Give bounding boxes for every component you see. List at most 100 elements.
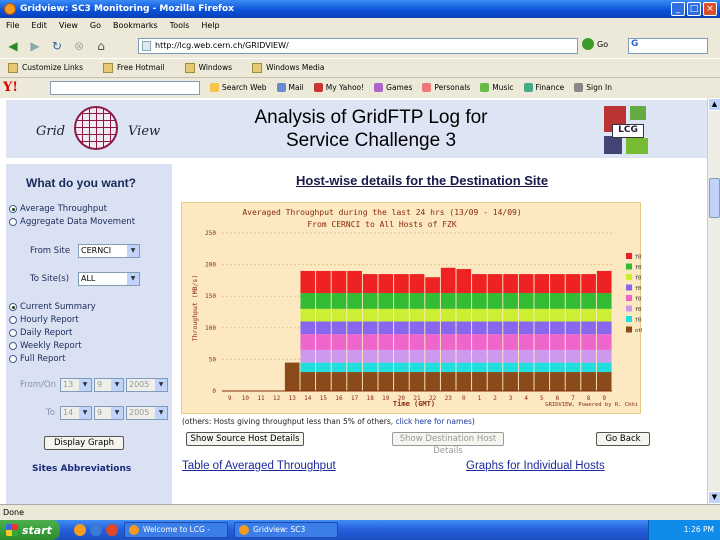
chart-bar-segment <box>518 334 534 350</box>
chart-bar-segment <box>394 334 409 350</box>
chart-bar-segment <box>440 321 456 335</box>
to-site-value: ALL <box>81 274 96 283</box>
chart-bar-segment <box>409 274 425 294</box>
yahoo-personals-button[interactable]: Personals <box>422 83 470 92</box>
chart-bar-segment <box>394 308 409 322</box>
close-button[interactable]: × <box>703 2 717 16</box>
stop-icon[interactable]: ⊗ <box>70 37 88 55</box>
scroll-thumb[interactable] <box>709 178 720 218</box>
yahoo-search-input[interactable] <box>50 80 200 95</box>
task-gridview[interactable]: Gridview: SC3 Monitori... <box>234 522 338 540</box>
chart-bar-segment <box>550 293 565 309</box>
from-month-value: 9 <box>97 380 103 389</box>
scroll-up-icon[interactable]: ▲ <box>708 98 720 111</box>
chart-bar-segment <box>472 334 487 350</box>
bookmark-windows[interactable]: Windows <box>184 62 232 73</box>
forward-arrow-icon[interactable]: ▶ <box>26 37 44 55</box>
chart-y-tick-label: 100 <box>205 325 216 332</box>
menu-bookmarks[interactable]: Bookmarks <box>113 21 158 30</box>
go-label[interactable]: Go <box>597 40 608 49</box>
chart-bar-segment <box>378 321 394 335</box>
chart-bar-segment <box>550 308 565 322</box>
yahoo-games-button[interactable]: Games <box>374 83 412 92</box>
url-input[interactable]: http://lcg.web.cern.ch/GRIDVIEW/ <box>138 38 578 54</box>
yahoo-sign-in-button[interactable]: Sign In <box>574 83 612 92</box>
chart-bar-segment <box>534 321 550 335</box>
chart-bar-segment <box>425 334 440 350</box>
graphs-individual-hosts-link[interactable]: Graphs for Individual Hosts <box>466 460 605 472</box>
menu-file[interactable]: File <box>6 21 19 30</box>
radio-hourly-report[interactable]: Hourly Report <box>9 315 79 325</box>
chart-bar-segment <box>347 362 362 373</box>
from-site-select[interactable]: CERNCI ▼ <box>78 244 140 258</box>
radio-weekly-report[interactable]: Weekly Report <box>9 341 82 351</box>
sites-abbreviations-link[interactable]: Sites Abbreviations <box>32 464 131 474</box>
show-source-host-details-button[interactable]: Show Source Host Details <box>186 432 304 446</box>
go-back-button[interactable]: Go Back <box>596 432 650 446</box>
bookmark-icon <box>252 62 263 73</box>
firefox-quicklaunch-icon[interactable] <box>74 524 86 536</box>
radio-full-report[interactable]: Full Report <box>9 354 65 364</box>
chart-bar-segment <box>347 308 362 322</box>
display-graph-button[interactable]: Display Graph <box>44 436 124 450</box>
chart-bar-segment <box>331 334 347 350</box>
chart-bar-segment <box>581 349 596 363</box>
to-month-select[interactable]: 9 ▼ <box>94 406 124 420</box>
reload-icon[interactable]: ↻ <box>48 37 66 55</box>
yahoo-music-button[interactable]: Music <box>480 83 514 92</box>
to-year-select[interactable]: 2005 ▼ <box>126 406 168 420</box>
to-day-select[interactable]: 14 ▼ <box>60 406 92 420</box>
chart-bar-segment <box>362 349 378 363</box>
menu-tools[interactable]: Tools <box>170 21 190 30</box>
chart-x-tick-label: 13 <box>289 395 297 402</box>
back-arrow-icon[interactable]: ◀ <box>4 37 22 55</box>
search-input[interactable]: G <box>628 38 708 54</box>
maximize-button[interactable]: □ <box>687 2 701 16</box>
start-button[interactable]: start <box>0 520 60 540</box>
home-icon[interactable]: ⌂ <box>92 37 110 55</box>
radio-label: Current Summary <box>20 302 96 312</box>
minimize-button[interactable]: _ <box>671 2 685 16</box>
status-bar: Done <box>0 504 720 520</box>
to-site-select[interactable]: ALL ▼ <box>78 272 140 286</box>
notes-names-link[interactable]: click here for names <box>396 417 472 426</box>
go-icon[interactable] <box>582 38 594 50</box>
chart-bar-segment <box>456 372 472 391</box>
yahoo-logo[interactable]: Y! <box>3 80 18 95</box>
from-year-select[interactable]: 2005 ▼ <box>126 378 168 392</box>
to-date-label: To <box>46 408 55 418</box>
radio-current-summary[interactable]: Current Summary <box>9 302 96 312</box>
vertical-scrollbar[interactable]: ▲ ▼ <box>707 98 720 504</box>
scroll-down-icon[interactable]: ▼ <box>708 491 720 504</box>
gridview-logo-right-text: View <box>128 124 161 139</box>
yahoo-my-yahoo-button[interactable]: My Yahoo! <box>313 83 364 92</box>
chart-x-tick-label: 21 <box>413 395 421 402</box>
from-month-select[interactable]: 9 ▼ <box>94 378 124 392</box>
chart-bar-segment <box>534 372 550 391</box>
from-on-label: From/On <box>20 380 57 390</box>
chart-bar-segment <box>534 293 550 309</box>
bookmark-windows-media[interactable]: Windows Media <box>252 62 324 73</box>
radio-average-throughput[interactable]: Average Throughput <box>9 204 107 214</box>
table-averaged-throughput-link[interactable]: Table of Averaged Throughput <box>182 460 336 472</box>
menu-view[interactable]: View <box>59 21 78 30</box>
task-welcome-lcg[interactable]: Welcome to LCG - Fit... <box>124 522 228 540</box>
chart-bar-segment <box>440 362 456 373</box>
radio-daily-report[interactable]: Daily Report <box>9 328 72 338</box>
yahoo-finance-button[interactable]: Finance <box>523 83 564 92</box>
messenger-quicklaunch-icon[interactable] <box>106 524 118 536</box>
chart-bar-segment <box>347 270 362 294</box>
radio-dot <box>9 329 17 337</box>
desktop-quicklaunch-icon[interactable] <box>90 524 102 536</box>
radio-aggregate-data-movement[interactable]: Aggregate Data Movement <box>9 217 135 227</box>
menu-edit[interactable]: Edit <box>31 21 47 30</box>
chart-bar-segment <box>565 274 581 294</box>
menu-help[interactable]: Help <box>201 21 219 30</box>
bookmark-free-hotmail[interactable]: Free Hotmail <box>103 62 165 73</box>
yahoo-mail-button[interactable]: Mail <box>276 83 304 92</box>
menu-go[interactable]: Go <box>90 21 101 30</box>
yahoo-search-web-button[interactable]: Search Web <box>210 83 267 92</box>
bookmark-customize-links[interactable]: Customize Links <box>8 62 83 73</box>
from-day-select[interactable]: 13 ▼ <box>60 378 92 392</box>
show-destination-host-details-button[interactable]: Show Destination Host Details <box>392 432 504 456</box>
